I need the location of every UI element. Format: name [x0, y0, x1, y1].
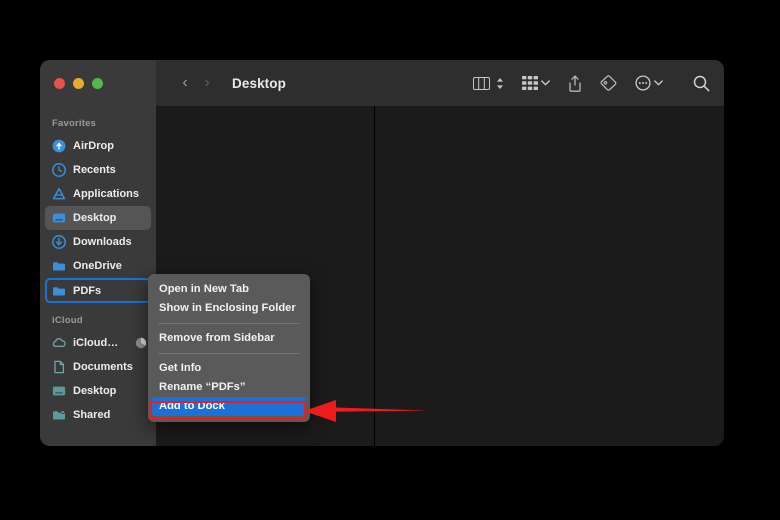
- sidebar-section-header-icloud: iCloud: [52, 315, 83, 326]
- column-divider[interactable]: [374, 106, 375, 446]
- menu-item-add-to-dock[interactable]: Add to Dock: [152, 397, 306, 416]
- sidebar-item-pdfs[interactable]: PDFs: [45, 278, 151, 303]
- arrange-button[interactable]: [522, 76, 550, 90]
- updown-chevron-icon: [496, 77, 504, 90]
- airdrop-icon: [52, 139, 66, 153]
- sidebar-item-label: Shared: [73, 409, 111, 421]
- desktop-icon: [52, 384, 66, 398]
- minimize-button[interactable]: [73, 77, 84, 89]
- menu-bottom-padding: [148, 416, 310, 422]
- menu-item-open-in-new-tab[interactable]: Open in New Tab: [148, 280, 310, 299]
- page-title: Desktop: [232, 75, 286, 91]
- sidebar-item-label: AirDrop: [73, 140, 114, 152]
- sidebar-item-downloads[interactable]: Downloads: [45, 230, 151, 254]
- more-ellipsis-icon: [635, 75, 651, 91]
- sidebar-section-header-favorites: Favorites: [52, 118, 97, 129]
- sidebar-item-label: PDFs: [73, 284, 102, 297]
- sidebar-item-label: Desktop: [73, 385, 117, 397]
- recents-clock-icon: [52, 163, 66, 177]
- tag-icon: [600, 75, 617, 91]
- menu-separator: [158, 353, 300, 354]
- menu-separator: [158, 323, 300, 324]
- chevron-down-icon: [654, 80, 663, 86]
- menu-item-get-info[interactable]: Get Info: [148, 359, 310, 378]
- sidebar-item-label: Recents: [73, 164, 116, 176]
- chevron-down-icon: [541, 80, 550, 86]
- sidebar-item-onedrive[interactable]: OneDrive: [45, 254, 151, 278]
- context-menu: Open in New Tab Show in Enclosing Folder…: [148, 274, 310, 422]
- sidebar-item-icloud-desktop[interactable]: Desktop: [45, 379, 151, 403]
- screen: ‹ › Desktop Favorites AirDrop Recents Ap…: [0, 0, 780, 520]
- toolbar-main: ‹ › Desktop: [156, 60, 724, 106]
- search-icon: [693, 75, 710, 92]
- share-button[interactable]: [568, 74, 582, 92]
- sidebar-item-label: OneDrive: [73, 260, 122, 272]
- sidebar: Favorites AirDrop Recents Applications D…: [40, 106, 156, 446]
- sidebar-item-label: Downloads: [73, 236, 132, 248]
- sidebar-item-applications[interactable]: Applications: [45, 182, 151, 206]
- traffic-light-zone: [40, 60, 156, 106]
- sidebar-item-icloud[interactable]: iCloud…: [45, 331, 151, 355]
- folder-icon: [52, 284, 66, 298]
- desktop-icon: [52, 211, 66, 225]
- document-icon: [52, 360, 66, 374]
- search-button[interactable]: [693, 75, 710, 92]
- view-switcher-button[interactable]: [473, 76, 504, 90]
- zoom-button[interactable]: [92, 77, 103, 89]
- sidebar-item-label: Documents: [73, 361, 133, 373]
- sidebar-item-icloud-documents[interactable]: Documents: [45, 355, 151, 379]
- sync-progress-icon: [135, 337, 147, 349]
- grid-arrange-icon: [522, 76, 538, 90]
- column-view-icon: [473, 76, 490, 90]
- more-actions-button[interactable]: [635, 75, 663, 91]
- applications-icon: [52, 187, 66, 201]
- menu-item-show-in-enclosing-folder[interactable]: Show in Enclosing Folder: [148, 299, 310, 318]
- traffic-lights: [54, 77, 103, 89]
- menu-item-remove-from-sidebar[interactable]: Remove from Sidebar: [148, 329, 310, 348]
- sidebar-item-shared[interactable]: Shared: [45, 403, 151, 427]
- sidebar-item-label: Applications: [73, 188, 140, 200]
- share-icon: [568, 74, 582, 92]
- close-button[interactable]: [54, 77, 65, 89]
- sidebar-item-desktop[interactable]: Desktop: [45, 206, 151, 230]
- sidebar-item-recents[interactable]: Recents: [45, 158, 151, 182]
- finder-window: ‹ › Desktop Favorites AirDrop Recents Ap…: [40, 60, 724, 446]
- annotation-arrow-icon: [304, 400, 428, 422]
- sidebar-item-label: iCloud…: [73, 337, 119, 349]
- sidebar-item-label: Desktop: [73, 212, 117, 224]
- menu-item-rename[interactable]: Rename “PDFs”: [148, 378, 310, 397]
- downloads-icon: [52, 235, 66, 249]
- tag-button[interactable]: [600, 75, 617, 91]
- forward-button[interactable]: ›: [196, 71, 218, 95]
- shared-folder-icon: [52, 408, 66, 422]
- back-button[interactable]: ‹: [174, 71, 196, 95]
- icloud-icon: [52, 336, 66, 350]
- sidebar-item-airdrop[interactable]: AirDrop: [45, 134, 151, 158]
- window-toolbar: ‹ › Desktop: [40, 60, 724, 106]
- folder-icon: [52, 259, 66, 273]
